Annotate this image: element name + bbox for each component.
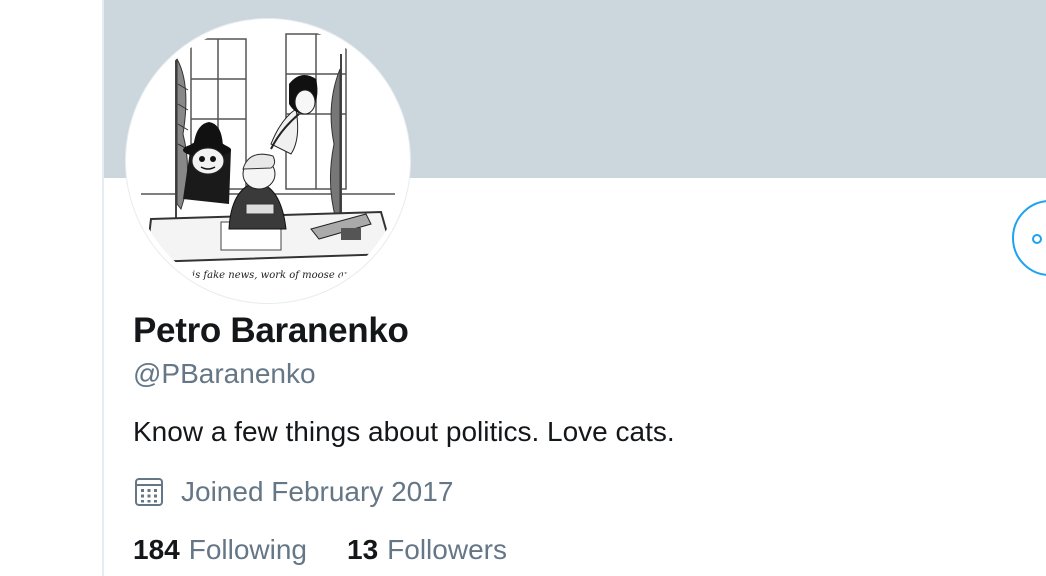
followers-link[interactable]: 13 Followers — [347, 534, 507, 566]
follow-circle-icon[interactable] — [1012, 200, 1046, 276]
profile-bio: Know a few things about politics. Love c… — [133, 416, 675, 447]
followers-label: Followers — [387, 534, 507, 565]
following-link[interactable]: 184 Following — [133, 534, 307, 566]
calendar-icon — [135, 478, 163, 506]
avatar-caption: m is fake news, work of moose and — [179, 270, 356, 281]
profile-display-name: Petro Baranenko — [133, 311, 409, 350]
joined-date: Joined February 2017 — [133, 474, 453, 510]
followers-count: 13 — [347, 534, 379, 565]
left-rail — [0, 0, 103, 576]
avatar-cartoon-image: m is fake news, work of moose and — [131, 24, 405, 298]
profile-handle: @PBaranenko — [133, 358, 316, 389]
joined-text: Joined February 2017 — [181, 476, 454, 507]
profile-avatar[interactable]: m is fake news, work of moose and — [126, 19, 410, 303]
following-count: 184 — [133, 534, 180, 565]
profile-page: m is fake news, work of moose and Petro … — [0, 0, 1046, 576]
profile-stats: 184 Following 13 Followers — [133, 532, 547, 568]
following-label: Following — [188, 534, 307, 565]
follow-dot-icon — [1032, 234, 1042, 244]
